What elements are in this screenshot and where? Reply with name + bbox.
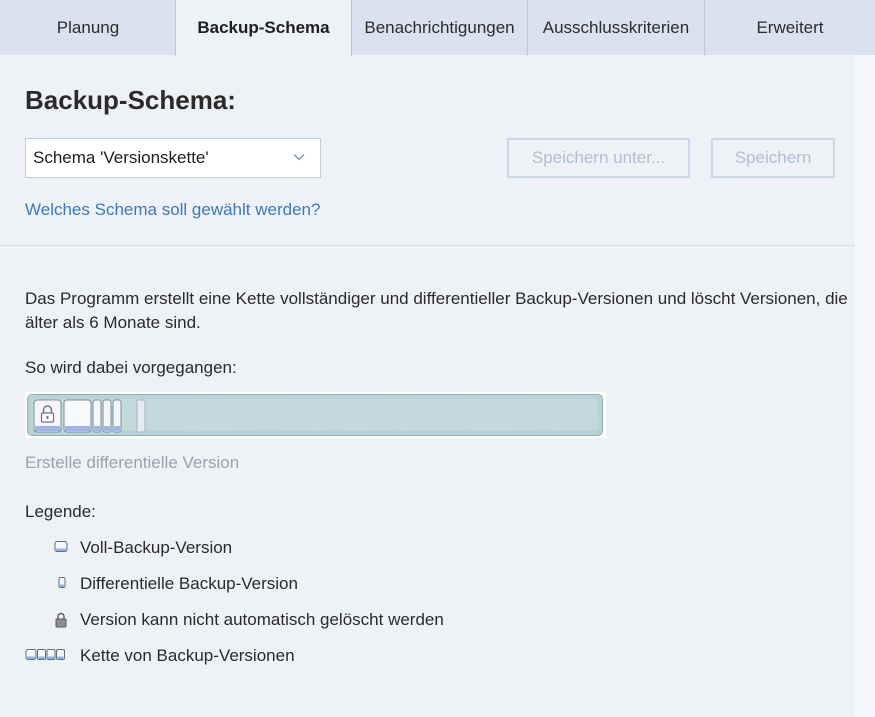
pending-version xyxy=(136,399,146,433)
tab-planung[interactable]: Planung xyxy=(0,0,176,55)
full-version xyxy=(63,399,92,433)
chain-track xyxy=(27,394,603,436)
legend-label: Differentielle Backup-Version xyxy=(80,574,298,593)
differential-backup-icon xyxy=(58,577,66,588)
tab-benachrichtigungen[interactable]: Benachrichtigungen xyxy=(352,0,528,55)
backup-chain-visual xyxy=(25,392,606,438)
legend-label: Kette von Backup-Versionen xyxy=(80,646,295,665)
differential-version xyxy=(112,399,122,433)
scheme-select-value: Schema 'Versionskette' xyxy=(33,148,209,167)
tab-bar: Planung Backup-Schema Benachrichtigungen… xyxy=(0,0,875,56)
tab-label: Erweitert xyxy=(756,17,824,37)
tab-label: Ausschlusskriterien xyxy=(542,17,690,37)
tab-label: Planung xyxy=(56,17,120,37)
scheme-select[interactable]: Schema 'Versionskette' xyxy=(25,138,321,178)
full-backup-icon xyxy=(54,541,68,552)
locked-full-version xyxy=(33,399,62,433)
legend-label: Voll-Backup-Version xyxy=(80,538,233,557)
save-button[interactable]: Speichern xyxy=(711,138,835,178)
scheme-description: Das Programm erstellt eine Kette vollstä… xyxy=(25,289,848,332)
tab-erweitert[interactable]: Erweitert xyxy=(705,0,875,55)
differential-version xyxy=(92,399,102,433)
save-as-button[interactable]: Speichern unter... xyxy=(507,138,690,178)
divider xyxy=(0,245,855,246)
backup-chain-icon xyxy=(25,649,65,660)
legend-title: Legende: xyxy=(25,502,96,521)
page-title: Backup-Schema: xyxy=(25,85,236,115)
chain-status-text: Erstelle differentielle Version xyxy=(25,453,240,472)
differential-version xyxy=(102,399,112,433)
tab-label: Backup-Schema xyxy=(197,18,330,37)
tab-label: Benachrichtigungen xyxy=(364,17,515,37)
chevron-down-icon xyxy=(293,153,305,161)
tab-backup-schema[interactable]: Backup-Schema xyxy=(175,0,352,56)
help-link[interactable]: Welches Schema soll gewählt werden? xyxy=(25,200,320,220)
chain-versions xyxy=(33,399,146,433)
tab-ausschlusskriterien[interactable]: Ausschlusskriterien xyxy=(528,0,705,55)
legend-label: Version kann nicht automatisch gelöscht … xyxy=(80,610,444,629)
scrollbar-track[interactable] xyxy=(855,55,875,717)
lock-icon xyxy=(55,612,67,628)
procedure-label: So wird dabei vorgegangen: xyxy=(25,358,237,377)
